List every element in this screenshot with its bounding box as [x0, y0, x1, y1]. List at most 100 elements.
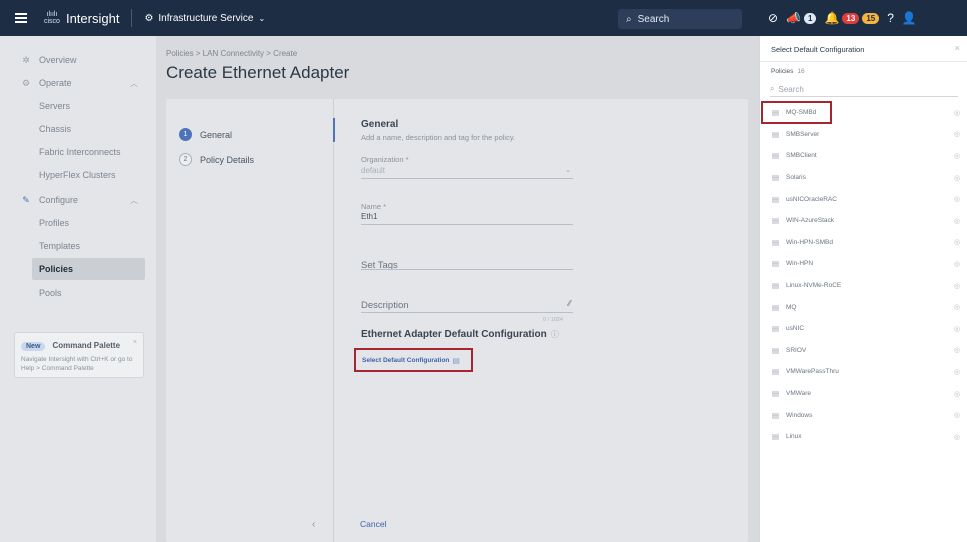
policy-list-item[interactable]: ▤ SRIOV ◎	[760, 340, 967, 362]
policy-name: Linux	[786, 433, 802, 441]
select-default-configuration-link[interactable]: Select Default Configuration ▤	[354, 348, 473, 372]
close-icon[interactable]: ×	[955, 43, 960, 53]
main-content: Policies > LAN Connectivity > Create Cre…	[156, 36, 759, 542]
document-icon: ▤	[772, 324, 780, 334]
help-icon[interactable]: ?	[887, 11, 894, 25]
step-number: 2	[179, 153, 192, 166]
policy-list-item[interactable]: ▤ SMBServer ◎	[760, 124, 967, 146]
eye-icon[interactable]: ◎	[954, 282, 960, 290]
sidebar-item-templates[interactable]: Templates	[0, 235, 156, 257]
eye-icon[interactable]: ◎	[954, 174, 960, 182]
policy-list-item[interactable]: ▤ Linux ◎	[760, 426, 967, 448]
policy-name: WIN-AzureStack	[786, 217, 835, 225]
description-input[interactable]: ⁄⁄	[361, 299, 573, 313]
policy-list-item[interactable]: ▤ Solaris ◎	[760, 167, 967, 189]
set-tags-input[interactable]	[361, 259, 573, 270]
sidebar-item-fabric-interconnects[interactable]: Fabric Interconnects	[0, 141, 156, 163]
policy-list-item[interactable]: ▤ usNICOracleRAC ◎	[760, 188, 967, 210]
policy-list-item[interactable]: ▤ SMBClient ◎	[760, 145, 967, 167]
eye-icon[interactable]: ◎	[954, 303, 960, 311]
eye-icon[interactable]: ◎	[954, 195, 960, 203]
policy-name: Win-HPN	[786, 260, 814, 268]
policy-name: Windows	[786, 411, 813, 419]
document-icon: ▤	[772, 367, 780, 377]
sidebar-item-chassis[interactable]: Chassis	[0, 118, 156, 140]
info-icon[interactable]: ⓘ	[551, 330, 559, 339]
policy-list-item[interactable]: ▤ MQ ◎	[760, 296, 967, 318]
configure-icon: ✎	[22, 194, 30, 205]
document-icon: ▤	[772, 259, 780, 269]
sidebar-item-profiles[interactable]: Profiles	[0, 212, 156, 234]
sidebar-item-configure[interactable]: ✎ Configure ︿	[0, 189, 156, 211]
announcements-button[interactable]: 📣 1	[786, 11, 817, 25]
policy-list-item[interactable]: ▤ Linux-NVMe-RoCE ◎	[760, 275, 967, 297]
sidebar-item-overview[interactable]: ✲ Overview	[0, 49, 156, 71]
policy-list-item[interactable]: ▤ Windows ◎	[760, 404, 967, 426]
policies-count: 16	[797, 68, 805, 75]
eye-icon[interactable]: ◎	[954, 325, 960, 333]
document-icon: ▤	[772, 432, 780, 442]
eye-icon[interactable]: ◎	[954, 109, 960, 117]
sidebar-item-label: Templates	[39, 241, 81, 251]
sidebar-item-label: Overview	[39, 55, 77, 65]
policy-list-item[interactable]: ▤ VMWare ◎	[760, 383, 967, 405]
hamburger-menu-icon[interactable]	[8, 17, 34, 19]
sidebar-item-hyperflex-clusters[interactable]: HyperFlex Clusters	[0, 164, 156, 186]
panel-search-input[interactable]	[778, 84, 949, 94]
organization-select[interactable]: default ⌄	[361, 166, 573, 179]
policy-name: MQ-SMBd	[786, 109, 817, 117]
eye-icon[interactable]: ◎	[954, 346, 960, 354]
service-icon: ⚙	[144, 12, 154, 24]
eye-icon[interactable]: ◎	[954, 217, 960, 225]
name-input[interactable]: Eth1	[361, 212, 573, 225]
policy-list-item[interactable]: ▤ usNIC ◎	[760, 318, 967, 340]
global-search-button[interactable]: ⌕ Search	[618, 9, 742, 29]
step-policy-details[interactable]: 2 Policy Details	[179, 153, 254, 166]
policy-name: VMWare	[786, 390, 812, 398]
policy-list-item[interactable]: ▤ VMWarePassThru ◎	[760, 361, 967, 383]
eye-icon[interactable]: ◎	[954, 260, 960, 268]
default-config-heading: Ethernet Adapter Default Configuration ⓘ	[361, 329, 559, 340]
policy-list-item[interactable]: ▤ WIN-AzureStack ◎	[760, 210, 967, 232]
document-icon: ▤	[772, 216, 780, 226]
eye-icon[interactable]: ◎	[954, 390, 960, 398]
wizard-card: 1 General 2 Policy Details ‹ General Add…	[166, 99, 748, 542]
service-selector[interactable]: ⚙ Infrastructure Service ⌄	[144, 13, 265, 24]
cancel-button[interactable]: Cancel	[360, 519, 386, 529]
policy-list-item[interactable]: ▤ MQ-SMBd ◎	[760, 102, 967, 124]
wizard-steps: 1 General 2 Policy Details ‹	[166, 99, 334, 542]
app-name: Intersight	[65, 10, 120, 26]
new-badge: New	[21, 342, 46, 351]
user-icon[interactable]: 👤	[902, 11, 917, 25]
collapse-steps-icon[interactable]: ‹	[312, 519, 315, 530]
close-icon[interactable]: ×	[133, 339, 137, 346]
document-icon: ▤	[772, 237, 780, 247]
eye-icon[interactable]: ◎	[954, 411, 960, 419]
policy-list-item[interactable]: ▤ Win-HPN ◎	[760, 253, 967, 275]
sidebar-item-pools[interactable]: Pools	[0, 282, 156, 304]
document-icon: ▤	[772, 389, 780, 399]
eye-icon[interactable]: ◎	[954, 368, 960, 376]
document-icon: ▤	[772, 194, 780, 204]
breadcrumb[interactable]: Policies > LAN Connectivity > Create	[166, 49, 297, 58]
step-general[interactable]: 1 General	[179, 128, 232, 141]
command-palette-title: Command Palette	[52, 341, 121, 350]
sidebar-item-operate[interactable]: ⚙ Operate ︿	[0, 72, 156, 94]
sidebar-item-label: Servers	[39, 101, 71, 111]
search-label: Search	[637, 13, 670, 25]
operate-icon: ⚙	[21, 77, 31, 88]
sidebar-item-policies[interactable]: Policies	[32, 258, 145, 280]
sidebar-item-label: Configure	[39, 195, 79, 205]
eye-icon[interactable]: ◎	[954, 152, 960, 160]
eye-icon[interactable]: ◎	[954, 433, 960, 441]
search-icon: ⌕	[770, 84, 775, 93]
critical-alarms-count: 13	[842, 12, 860, 24]
command-palette-card: New Command Palette × Navigate Intersigh…	[14, 332, 144, 378]
policy-list-item[interactable]: ▤ Win-HPN-SMBd ◎	[760, 232, 967, 254]
requests-icon[interactable]: ⊘	[768, 11, 778, 25]
policy-name: MQ	[786, 303, 797, 311]
eye-icon[interactable]: ◎	[954, 130, 960, 138]
alarms-button[interactable]: 🔔 13 15	[824, 11, 880, 25]
eye-icon[interactable]: ◎	[954, 238, 960, 246]
sidebar-item-servers[interactable]: Servers	[0, 95, 156, 117]
